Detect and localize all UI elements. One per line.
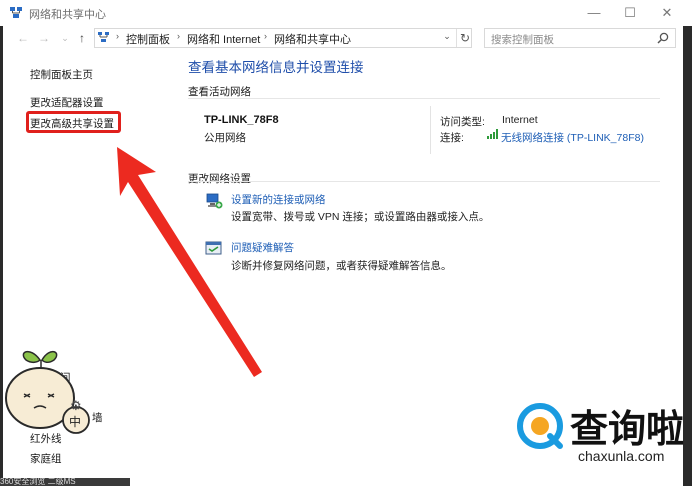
- network-name: TP-LINK_78F8: [204, 114, 279, 126]
- refresh-button[interactable]: ↻: [456, 29, 473, 47]
- search-icon[interactable]: [656, 31, 670, 45]
- mascot-badge-text: 中: [69, 415, 82, 429]
- breadcrumb-network-internet[interactable]: 网络和 Internet: [187, 31, 260, 47]
- section-divider: [188, 181, 660, 182]
- troubleshoot-icon: [205, 241, 222, 255]
- mascot-gear-icon: ⚙: [70, 398, 82, 413]
- annotation-highlight-box: [26, 111, 121, 133]
- chaxunla-logo-icon: [517, 403, 563, 449]
- section-title-change-settings: 更改网络设置: [188, 173, 251, 185]
- section-title-active-networks: 查看活动网络: [188, 86, 251, 98]
- section-divider: [188, 98, 660, 99]
- wireless-connection-link[interactable]: 无线网络连接 (TP-LINK_78F8): [501, 130, 644, 145]
- close-button[interactable]: ✕: [658, 4, 676, 22]
- network-type-link[interactable]: 公用网络: [204, 130, 246, 145]
- taskbar-fragment: 360安全浏览 二级MS: [0, 478, 130, 486]
- address-dropdown-icon[interactable]: ⌄: [441, 31, 453, 43]
- sidebar-item-homegroup[interactable]: 家庭组: [30, 451, 62, 466]
- mascot-sticker: [5, 350, 90, 434]
- setup-connection-description: 设置宽带、拨号或 VPN 连接；或设置路由器或接入点。: [231, 211, 490, 223]
- back-button[interactable]: ←: [16, 31, 30, 45]
- breadcrumb-network-sharing-center[interactable]: 网络和共享中心: [274, 31, 351, 47]
- wifi-signal-icon: [487, 129, 498, 139]
- minimize-button[interactable]: —: [585, 4, 603, 22]
- troubleshoot-link[interactable]: 问题疑难解答: [231, 240, 294, 255]
- sidebar-item-change-adapter-settings[interactable]: 更改适配器设置: [30, 95, 104, 110]
- connection-label: 连接:: [440, 132, 464, 144]
- control-panel-icon: [98, 32, 109, 42]
- chaxunla-logo-url: chaxunla.com: [578, 448, 665, 464]
- window-title: 网络和共享中心: [29, 9, 106, 21]
- setup-connection-link[interactable]: 设置新的连接或网络: [231, 192, 326, 207]
- access-type-label: 访问类型:: [440, 116, 485, 128]
- page-title: 查看基本网络信息并设置连接: [188, 60, 364, 75]
- maximize-button[interactable]: ☐: [621, 4, 639, 22]
- access-type-value: Internet: [502, 114, 538, 126]
- network-center-icon: [10, 7, 22, 18]
- breadcrumb-control-panel[interactable]: 控制面板: [126, 31, 170, 47]
- breadcrumb-separator: ›: [116, 31, 119, 41]
- recent-locations-dropdown[interactable]: ⌄: [58, 31, 72, 45]
- sidebar-item-control-panel-home[interactable]: 控制面板主页: [30, 67, 93, 82]
- troubleshoot-description: 诊断并修复网络问题，或者获得疑难解答信息。: [231, 260, 452, 272]
- breadcrumb-separator: ›: [264, 31, 267, 41]
- forward-button[interactable]: →: [37, 31, 51, 45]
- breadcrumb-separator: ›: [177, 31, 180, 41]
- search-placeholder[interactable]: 搜索控制面板: [491, 32, 554, 47]
- vertical-divider: [430, 106, 431, 154]
- background-edge: [683, 26, 692, 486]
- chaxunla-logo-text: 查询啦: [570, 407, 685, 451]
- up-button[interactable]: ↑: [75, 31, 89, 45]
- network-setup-icon: [206, 193, 223, 209]
